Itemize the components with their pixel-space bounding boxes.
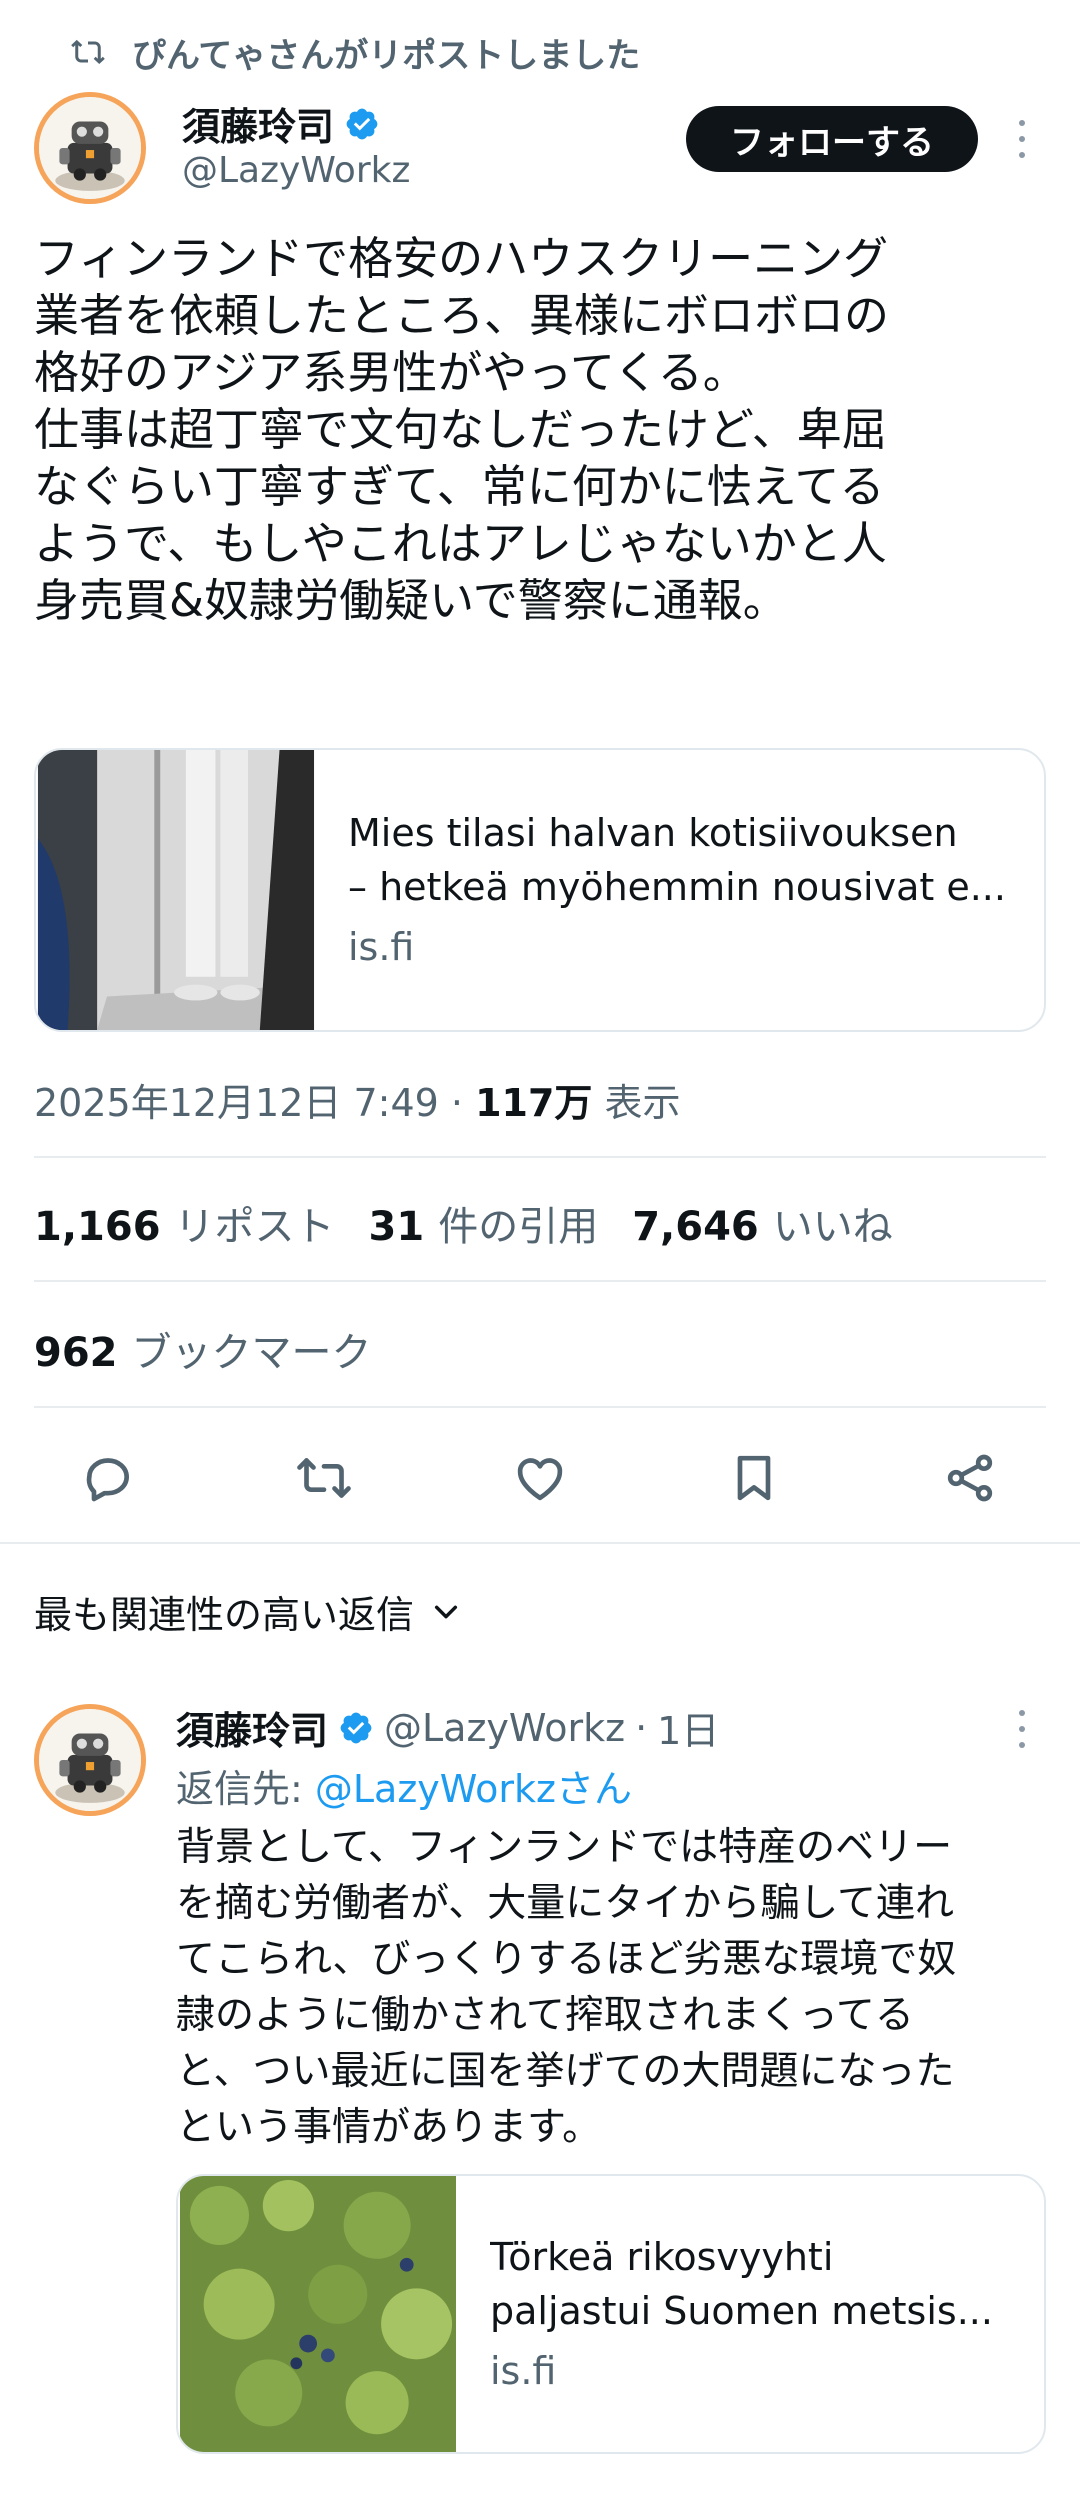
share-icon [947, 1454, 993, 1502]
views-count: 117万 [475, 1081, 593, 1125]
sort-label: 最も関連性の高い返信 [34, 1593, 415, 1637]
author-name-text: 須藤玲司 [182, 105, 335, 149]
divider [34, 1156, 1046, 1158]
card-domain: is.fi [490, 2349, 557, 2393]
reply-link-card[interactable]: Törkeä rikosvyyhti paljastui Suomen mets… [176, 2174, 1046, 2454]
reply-header: 須藤玲司 @LazyWorkz · 1日 [176, 1700, 719, 1755]
tweet-meta: 2025年12月12日 7:49 · 117万 表示 [34, 1072, 681, 1127]
link-card[interactable]: Mies tilasi halvan kotisiivouksen – hetk… [34, 748, 1046, 1032]
card-title: Törkeä rikosvyyhti paljastui Suomen mets… [490, 2235, 993, 2333]
author-handle[interactable]: @LazyWorkz [182, 150, 410, 191]
verified-badge-icon [346, 108, 378, 139]
retweet-button[interactable] [294, 1448, 354, 1508]
bookmarks-stat[interactable]: 962 ブックマーク [34, 1320, 372, 1378]
reply-author-handle[interactable]: @LazyWorkz [384, 1706, 625, 1750]
reply-author-name[interactable]: 須藤玲司 [176, 1700, 328, 1755]
more-vertical-icon[interactable] [1012, 114, 1032, 164]
reply-icon [86, 1458, 129, 1502]
reply-sort-dropdown[interactable]: 最も関連性の高い返信 [34, 1584, 462, 1639]
card-thumbnail [37, 750, 315, 1030]
author-avatar[interactable] [34, 92, 146, 204]
reply-to: 返信先: @LazyWorkzさん [176, 1758, 632, 1813]
reply-separator: · [635, 1705, 648, 1750]
robot-avatar-image [39, 1709, 141, 1811]
chevron-down-icon [434, 1605, 458, 1618]
divider [34, 1406, 1046, 1408]
repost-icon [71, 39, 105, 64]
reply-text: 背景として、フィンランドでは特産のベリー を摘む労働者が、大量にタイから騙して連… [176, 1825, 957, 2150]
card-body: Törkeä rikosvyyhti paljastui Suomen mets… [458, 2176, 1025, 2452]
section-divider [0, 1542, 1080, 1544]
like-icon [517, 1458, 563, 1501]
divider [34, 1280, 1046, 1282]
tweet-timestamp[interactable]: 2025年12月12日 7:49 · [34, 1081, 475, 1125]
reply-author-avatar[interactable] [34, 1704, 146, 1816]
repost-context[interactable]: ぴんてゃさんがリポストしました [71, 28, 641, 76]
tweet-text: フィンランドで格安のハウスクリーニング 業者を依頼したところ、異様にボロボロの … [34, 232, 890, 627]
quotes-stat[interactable]: 31 件の引用 [369, 1194, 599, 1252]
views-label: 表示 [592, 1081, 681, 1125]
likes-stat[interactable]: 7,646 いいね [632, 1194, 893, 1252]
reply-to-handle-link[interactable]: @LazyWorkzさん [315, 1767, 632, 1811]
reply-to-prefix: 返信先: [176, 1767, 315, 1811]
reply-age[interactable]: 1日 [657, 1700, 719, 1755]
robot-avatar-image [39, 97, 141, 199]
action-bar [0, 1440, 1080, 1514]
bookmark-button[interactable] [724, 1448, 784, 1508]
like-button[interactable] [510, 1448, 570, 1508]
author-name[interactable]: 須藤玲司 [182, 96, 380, 151]
reply-button[interactable] [78, 1448, 138, 1508]
retweet-icon [297, 1458, 351, 1498]
engagement-stats: 1,166 リポスト 31 件の引用 7,646 いいね [34, 1194, 893, 1252]
repost-text: ぴんてゃさんがリポストしました [132, 35, 641, 76]
card-title: Mies tilasi halvan kotisiivouksen – hetk… [348, 811, 1006, 909]
verified-badge-icon [340, 1712, 372, 1743]
bookmark-icon [737, 1455, 771, 1501]
card-thumbnail [180, 2176, 456, 2452]
follow-button[interactable]: フォローする [686, 106, 978, 172]
card-body: Mies tilasi halvan kotisiivouksen – hetk… [316, 750, 1038, 1030]
more-vertical-icon[interactable] [1012, 1704, 1032, 1754]
share-button[interactable] [940, 1448, 1000, 1508]
reposts-stat[interactable]: 1,166 リポスト [34, 1194, 335, 1252]
card-domain: is.fi [348, 925, 415, 969]
